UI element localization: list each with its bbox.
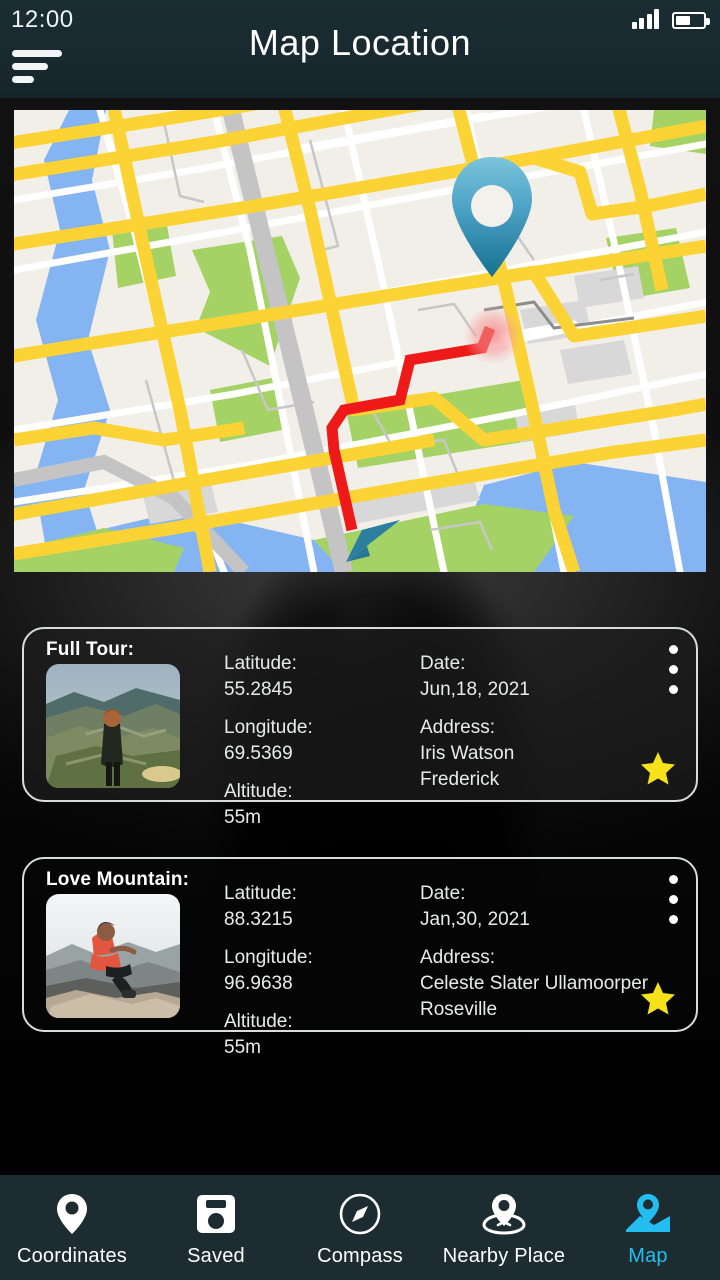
menu-bar-3 bbox=[12, 76, 34, 83]
nav-label: Map bbox=[628, 1244, 668, 1267]
star-favorite-icon[interactable] bbox=[640, 981, 676, 1020]
field-altitude: Altitude: 55m bbox=[224, 1011, 293, 1058]
card-fields-left: Latitude: 88.3215 Longitude: 96.9638 Alt… bbox=[224, 881, 313, 1073]
field-altitude: Altitude: 55m bbox=[224, 781, 293, 828]
location-card[interactable]: Love Mountain: Latitude: 88.3215 Longitu… bbox=[22, 857, 698, 1058]
nav-item-saved[interactable]: Saved bbox=[144, 1175, 288, 1280]
bottom-navigation-bar: Coordinates Saved Compass Nearby Place M… bbox=[0, 1175, 720, 1280]
nav-item-nearby-place[interactable]: Nearby Place bbox=[432, 1175, 576, 1280]
map-folded-icon bbox=[624, 1192, 672, 1236]
menu-bar-1 bbox=[12, 50, 62, 57]
card-title: Love Mountain: bbox=[46, 869, 190, 890]
field-address: Address: Celeste Slater Ullamoorper Rose… bbox=[420, 947, 649, 1020]
hamburger-menu-icon[interactable] bbox=[12, 50, 68, 90]
card-fields-right: Date: Jan,30, 2021 Address: Celeste Slat… bbox=[420, 881, 648, 1035]
field-longitude: Longitude: 69.5369 bbox=[224, 717, 313, 764]
location-pin-icon bbox=[54, 1192, 90, 1236]
card-thumbnail[interactable] bbox=[46, 664, 180, 788]
star-favorite-icon[interactable] bbox=[640, 751, 676, 790]
menu-bar-2 bbox=[12, 63, 48, 70]
nav-label: Compass bbox=[317, 1244, 403, 1267]
card-fields-right: Date: Jun,18, 2021 Address: Iris Watson … bbox=[420, 651, 530, 805]
kebab-menu-icon[interactable] bbox=[669, 645, 678, 705]
nav-item-coordinates[interactable]: Coordinates bbox=[0, 1175, 144, 1280]
compass-icon bbox=[338, 1192, 382, 1236]
app-header: 12:00 Map Location bbox=[0, 0, 720, 98]
nav-item-map[interactable]: Map bbox=[576, 1175, 720, 1280]
field-longitude: Longitude: 96.9638 bbox=[224, 947, 313, 994]
field-latitude: Latitude: 88.3215 bbox=[224, 883, 297, 930]
nav-item-compass[interactable]: Compass bbox=[288, 1175, 432, 1280]
map-canvas bbox=[14, 110, 706, 572]
field-address: Address: Iris Watson Frederick bbox=[420, 717, 515, 790]
card-thumbnail[interactable] bbox=[46, 894, 180, 1018]
field-date: Date: Jan,30, 2021 bbox=[420, 883, 530, 930]
field-date: Date: Jun,18, 2021 bbox=[420, 653, 530, 700]
map-view[interactable] bbox=[14, 110, 706, 572]
nav-label: Nearby Place bbox=[442, 1244, 566, 1267]
card-fields-left: Latitude: 55.2845 Longitude: 69.5369 Alt… bbox=[224, 651, 313, 843]
floppy-disk-icon bbox=[195, 1192, 237, 1236]
pin-glow bbox=[463, 305, 523, 365]
nav-label: Coordinates bbox=[16, 1244, 128, 1267]
page-title: Map Location bbox=[248, 22, 472, 63]
field-latitude: Latitude: 55.2845 bbox=[224, 653, 297, 700]
card-title: Full Tour: bbox=[46, 639, 135, 660]
nearby-place-icon bbox=[481, 1192, 527, 1236]
location-card[interactable]: Full Tour: Latitude: 55.2845 Longitude: … bbox=[22, 627, 698, 828]
nav-label: Saved bbox=[187, 1244, 245, 1267]
kebab-menu-icon[interactable] bbox=[669, 875, 678, 935]
